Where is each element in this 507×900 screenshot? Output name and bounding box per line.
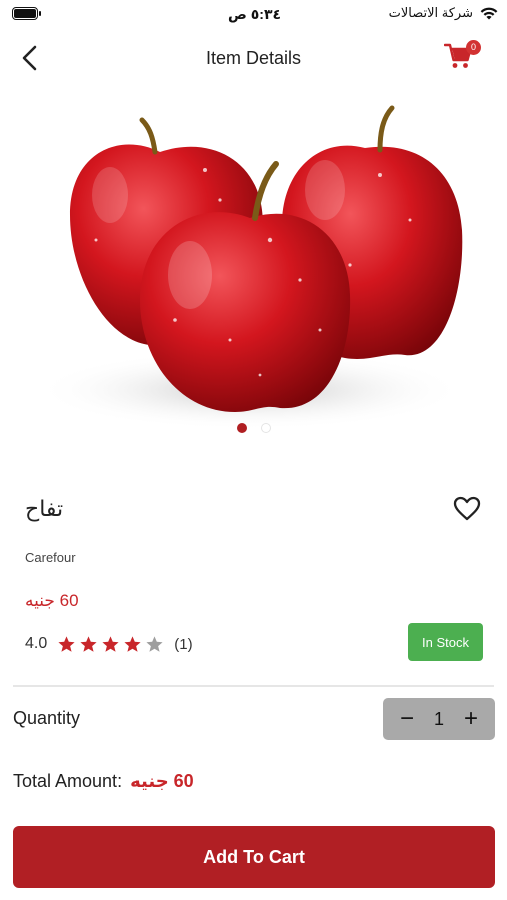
add-to-cart-button[interactable]: Add To Cart [13,826,495,888]
image-carousel-dots [0,423,507,433]
status-time: ٥:٣٤ ص [228,6,282,22]
carousel-dot[interactable] [260,423,271,433]
total-amount: 60 جنيه [130,771,194,791]
rating-count: (1) [174,635,193,653]
quantity-label: Quantity [13,708,81,728]
total-label: Total Amount: [13,771,123,791]
product-price: 60 جنيه [25,591,79,610]
page-title: Item Details [205,48,302,68]
cart-count-badge: 0 [466,40,481,55]
nav-bar: Item Details 0 [0,36,507,80]
product-name: تفاح [25,496,64,521]
star-filled-icon [80,635,97,652]
decrease-quantity-button[interactable]: − [397,707,417,731]
favorite-button[interactable] [453,496,483,524]
star-empty-icon [146,635,163,652]
rating-value: 4.0 [25,635,48,652]
brand-name: Carefour [25,550,76,565]
product-image[interactable] [0,90,507,445]
apples-image [35,105,465,430]
cart-button[interactable]: 0 [443,40,481,72]
carrier-name: شركة الاتصالات [388,5,473,20]
status-right: شركة الاتصالات [389,5,499,21]
status-bar: ٥:٣٤ ص شركة الاتصالات [0,0,507,30]
increase-quantity-button[interactable]: + [461,707,481,731]
heart-icon [453,496,481,521]
stock-status-badge: In Stock [408,623,483,661]
divider [13,685,494,687]
quantity-stepper: − 1 + [383,698,495,740]
star-filled-icon [58,635,75,652]
battery-icon [12,7,38,20]
rating-stars [57,635,164,654]
carousel-dot-active[interactable] [236,423,247,433]
total-row: Total Amount: 60 جنيه [13,771,194,792]
battery-tip [39,11,41,16]
rating-row: 4.0 (1) [25,632,193,656]
star-filled-icon [124,635,141,652]
wifi-icon [480,7,498,19]
star-filled-icon [102,635,119,652]
quantity-value: 1 [433,708,444,729]
